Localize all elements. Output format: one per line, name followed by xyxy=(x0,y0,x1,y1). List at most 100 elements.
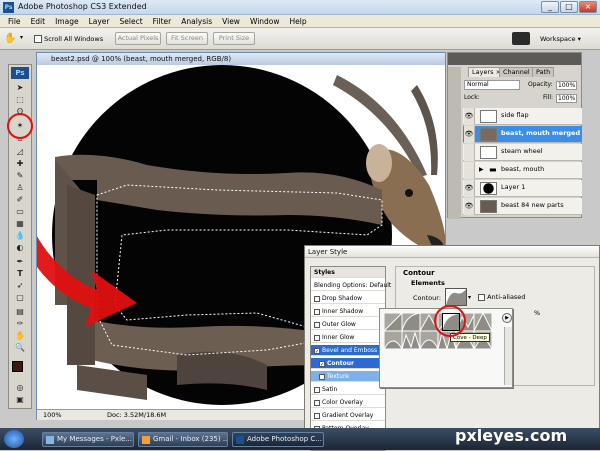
lock-label: Lock: xyxy=(464,94,480,101)
style-item[interactable]: Outer Glow xyxy=(311,319,385,330)
styles-header[interactable]: Styles xyxy=(311,267,385,278)
tab-paths[interactable]: Path xyxy=(532,67,555,77)
style-item[interactable]: Blending Options: Default xyxy=(311,280,391,291)
style-checkbox[interactable] xyxy=(314,321,320,328)
layer-row-selected[interactable]: 👁 beast, mouth merged xyxy=(463,126,582,143)
visibility-eye-icon[interactable]: 👁 xyxy=(464,108,475,125)
opacity-label: Opacity: xyxy=(528,81,553,88)
layer-row[interactable]: 👁 side flap xyxy=(463,108,582,125)
print-size-button[interactable]: Print Size xyxy=(213,32,255,45)
style-checkbox[interactable] xyxy=(314,399,320,406)
picker-scrollbar[interactable] xyxy=(504,327,512,385)
scroll-all-windows-checkbox[interactable] xyxy=(34,35,42,43)
style-item-bevel-emboss[interactable]: ✓ Bevel and Emboss xyxy=(311,345,385,356)
menu-help[interactable]: Help xyxy=(285,17,312,26)
menu-select[interactable]: Select xyxy=(115,17,148,26)
slice-tool-icon[interactable]: ◿ xyxy=(14,147,26,157)
style-item-contour[interactable]: ✓ Contour xyxy=(311,358,385,369)
taskbar-item-photoshop[interactable]: Adobe Photoshop C... xyxy=(232,432,324,447)
history-brush-tool-icon[interactable]: ✐ xyxy=(14,195,26,205)
clone-stamp-tool-icon[interactable]: ♙ xyxy=(14,183,26,193)
dodge-tool-icon[interactable]: ◐ xyxy=(14,243,26,253)
actual-pixels-button[interactable]: Actual Pixels xyxy=(115,32,161,45)
expand-arrow-icon[interactable]: ▶ xyxy=(479,166,484,173)
minimize-button[interactable]: _ xyxy=(541,1,559,13)
visibility-eye-empty[interactable] xyxy=(464,162,475,179)
menu-analysis[interactable]: Analysis xyxy=(176,17,217,26)
layer-group-row[interactable]: ▶ ▬ beast, mouth xyxy=(463,162,582,179)
blur-tool-icon[interactable]: 💧 xyxy=(14,231,26,241)
path-selection-tool-icon[interactable]: ➶ xyxy=(14,281,26,291)
contour-preview[interactable] xyxy=(445,288,467,306)
start-button[interactable] xyxy=(4,430,24,448)
style-item[interactable]: Satin xyxy=(311,384,385,395)
brush-tool-icon[interactable]: ✎ xyxy=(14,171,26,181)
fit-screen-button[interactable]: Fit Screen xyxy=(166,32,208,45)
zoom-level[interactable]: 100% xyxy=(43,410,62,421)
taskbar-item-gmail[interactable]: Gmail - Inbox (235) ... xyxy=(138,432,228,447)
foreground-color-swatch[interactable] xyxy=(12,361,23,372)
blend-mode-select[interactable]: Normal xyxy=(464,80,520,90)
zoom-tool-icon[interactable]: 🔍 xyxy=(14,343,26,353)
scroll-all-windows-option[interactable]: Scroll All Windows xyxy=(34,35,103,43)
style-item[interactable]: Color Overlay xyxy=(311,397,385,408)
quick-mask-icon[interactable]: ◎ xyxy=(14,383,26,393)
tool-preset-chevron-icon[interactable]: ▾ xyxy=(20,34,23,41)
menu-file[interactable]: File xyxy=(3,17,26,26)
visibility-eye-icon[interactable]: 👁 xyxy=(464,126,475,143)
healing-brush-tool-icon[interactable]: ✚ xyxy=(14,159,26,169)
layer-thumbnail xyxy=(480,200,497,213)
style-checkbox[interactable] xyxy=(314,334,320,341)
style-checkbox[interactable] xyxy=(314,412,320,419)
workspace-menu[interactable]: Workspace ▾ xyxy=(540,35,581,43)
move-tool-icon[interactable]: ➤ xyxy=(14,83,26,93)
tab-channels[interactable]: Channel xyxy=(499,67,534,77)
gradient-tool-icon[interactable]: ▦ xyxy=(14,219,26,229)
contour-dropdown-chevron-icon[interactable]: ▾ xyxy=(468,294,471,301)
fill-input[interactable]: 100% xyxy=(556,94,578,103)
opacity-input[interactable]: 100% xyxy=(556,81,578,90)
style-checkbox-checked[interactable]: ✓ xyxy=(314,347,320,355)
marquee-tool-icon[interactable]: ⬚ xyxy=(14,95,26,105)
style-checkbox-checked[interactable]: ✓ xyxy=(319,360,325,368)
menu-image[interactable]: Image xyxy=(50,17,84,26)
style-item[interactable]: Inner Shadow xyxy=(311,306,385,317)
close-button[interactable]: × xyxy=(579,1,597,13)
maximize-button[interactable]: □ xyxy=(560,1,578,13)
style-checkbox[interactable] xyxy=(314,295,320,302)
style-item-texture[interactable]: Texture xyxy=(311,371,385,382)
visibility-eye-icon[interactable]: 👁 xyxy=(464,180,475,197)
hand-tool-icon[interactable]: ✋ xyxy=(4,32,18,45)
eyedropper-tool-icon[interactable]: ✑ xyxy=(14,319,26,329)
shape-tool-icon[interactable]: ▢ xyxy=(14,293,26,303)
type-tool-icon[interactable]: T xyxy=(14,269,26,279)
pen-tool-icon[interactable]: ✒ xyxy=(14,257,26,267)
menu-view[interactable]: View xyxy=(217,17,245,26)
menu-window[interactable]: Window xyxy=(245,17,285,26)
notes-tool-icon[interactable]: ▤ xyxy=(14,307,26,317)
style-item[interactable]: Inner Glow xyxy=(311,332,385,343)
style-item[interactable]: Gradient Overlay xyxy=(311,410,385,421)
visibility-eye-empty[interactable] xyxy=(464,144,475,161)
menu-edit[interactable]: Edit xyxy=(26,17,51,26)
visibility-eye-icon[interactable]: 👁 xyxy=(464,198,475,215)
screen-mode-icon[interactable]: ▣ xyxy=(14,395,26,405)
picker-menu-arrow-icon[interactable]: ▶ xyxy=(502,313,512,323)
style-item[interactable]: Drop Shadow xyxy=(311,293,385,304)
layer-row[interactable]: steam wheel xyxy=(463,144,582,161)
menu-layer[interactable]: Layer xyxy=(84,17,115,26)
layer-row[interactable]: 👁 Layer 1 xyxy=(463,180,582,197)
style-checkbox[interactable] xyxy=(314,308,320,315)
toolbox-ps-logo-icon: Ps xyxy=(11,67,29,79)
hand-tool-icon[interactable]: ✋ xyxy=(14,331,26,341)
eraser-tool-icon[interactable]: ▭ xyxy=(14,207,26,217)
bridge-icon[interactable] xyxy=(512,32,530,45)
anti-aliased-option[interactable]: Anti-aliased xyxy=(478,293,525,301)
style-checkbox[interactable] xyxy=(314,386,320,393)
layer-row[interactable]: 👁 beast 84 new parts xyxy=(463,198,582,215)
style-checkbox[interactable] xyxy=(319,373,325,380)
menu-filter[interactable]: Filter xyxy=(148,17,177,26)
anti-aliased-checkbox[interactable] xyxy=(478,293,485,301)
taskbar-item-messages[interactable]: My Messages - Pxle... xyxy=(42,432,134,447)
scroll-all-windows-label: Scroll All Windows xyxy=(44,35,104,43)
